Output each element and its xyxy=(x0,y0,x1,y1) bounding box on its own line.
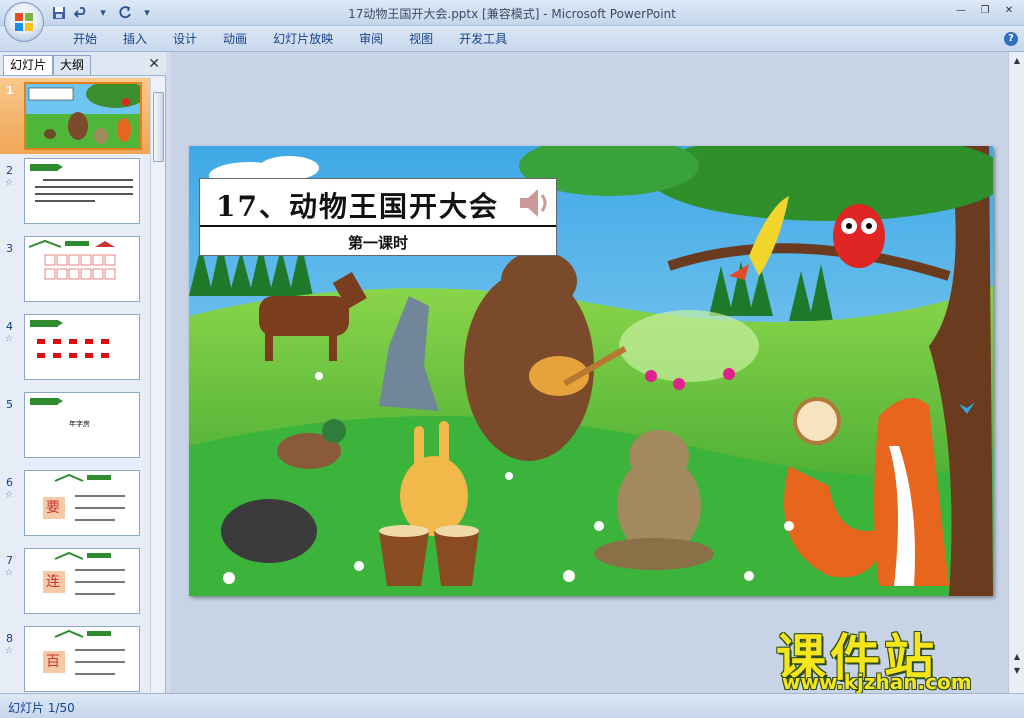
thumbnail-preview: 连 xyxy=(24,548,140,614)
slide-thumbnail-4[interactable]: 4 ☆ xyxy=(0,314,150,390)
title-bar: ▾ ▾ 17动物王国开大会.pptx [兼容模式] - Microsoft Po… xyxy=(0,0,1024,26)
tab-animations[interactable]: 动画 xyxy=(210,31,260,49)
slide-counter: 幻灯片 1/50 xyxy=(8,701,75,715)
help-icon[interactable]: ? xyxy=(1004,32,1018,46)
ribbon-tabs: 开始 插入 设计 动画 幻灯片放映 审阅 视图 开发工具 xyxy=(60,31,520,49)
animation-star-icon: ☆ xyxy=(5,490,14,500)
tab-outline[interactable]: 大纲 xyxy=(53,55,92,75)
thumbnail-number: 3 xyxy=(6,242,13,255)
window-title: 17动物王国开大会.pptx [兼容模式] - Microsoft PowerP… xyxy=(348,7,676,21)
thumbnail-number: 4 xyxy=(6,320,13,333)
next-slide-icon[interactable]: ▼ xyxy=(1011,666,1023,678)
tab-design[interactable]: 设计 xyxy=(160,31,210,49)
slide-title: 17、动物王国开大会 xyxy=(216,190,499,223)
thumbnail-char: 连 xyxy=(46,574,60,590)
prev-slide-icon[interactable]: ▲ xyxy=(1011,652,1023,664)
maximize-button[interactable]: ❐ xyxy=(974,2,996,18)
thumbnail-char: 要 xyxy=(46,500,60,516)
slide-thumbnail-7[interactable]: 7 ☆ 连 xyxy=(0,548,150,624)
thumbnail-number: 8 xyxy=(6,632,13,645)
scrollbar-thumb[interactable] xyxy=(153,92,164,162)
thumbnail-number: 2 xyxy=(6,164,13,177)
tab-view[interactable]: 视图 xyxy=(396,31,446,49)
slide-title-box[interactable]: 17、动物王国开大会 第一课时 xyxy=(199,178,557,256)
thumbnail-number: 5 xyxy=(6,398,13,411)
speaker-icon[interactable] xyxy=(514,183,554,223)
minimize-button[interactable]: — xyxy=(950,2,972,18)
thumbnail-preview xyxy=(24,236,140,302)
office-logo-icon xyxy=(15,13,33,31)
thumbnail-char: 百 xyxy=(46,654,60,670)
slide-subtitle: 第一课时 xyxy=(347,234,408,252)
tab-slide-show[interactable]: 幻灯片放映 xyxy=(260,31,346,49)
thumbnail-preview xyxy=(24,158,140,224)
slide-thumbnail-8[interactable]: 8 ☆ 百 xyxy=(0,626,150,693)
thumbnail-preview: 要 xyxy=(24,470,140,536)
slide-editor: 17、动物王国开大会 第一课时 xyxy=(170,52,1008,693)
thumbnail-preview: 百 xyxy=(24,626,140,692)
editor-scrollbar[interactable]: ▲ ▲ ▼ xyxy=(1008,52,1024,693)
window-controls: — ❐ ✕ xyxy=(950,2,1020,18)
animation-star-icon: ☆ xyxy=(5,334,14,344)
watermark: 课件站 www.kjzhan.com xyxy=(770,618,1010,694)
thumbnail-scrollbar[interactable] xyxy=(150,78,165,693)
thumbnail-preview xyxy=(24,314,140,380)
slide-thumbnail-2[interactable]: 2 ☆ xyxy=(0,158,150,234)
slide-thumbnail-6[interactable]: 6 ☆ 要 xyxy=(0,470,150,546)
tab-review[interactable]: 审阅 xyxy=(346,31,396,49)
thumbnail-number: 7 xyxy=(6,554,13,567)
thumbnail-preview xyxy=(24,82,142,150)
animation-star-icon: ☆ xyxy=(5,568,14,578)
panel-tabs: 幻灯片 大纲 ✕ xyxy=(0,52,166,76)
tab-slides[interactable]: 幻灯片 xyxy=(3,55,54,75)
thumbnail-list: 1 2 ☆ 3 4 ☆ 5 年字房 6 ☆ 要 7 ☆ 连 8 ☆ 百 xyxy=(0,78,150,693)
ribbon: 开始 插入 设计 动画 幻灯片放映 审阅 视图 开发工具 ? xyxy=(0,26,1024,52)
animation-star-icon: ☆ xyxy=(5,646,14,656)
tab-insert[interactable]: 插入 xyxy=(110,31,160,49)
slides-panel: 幻灯片 大纲 ✕ 1 2 ☆ 3 4 ☆ 5 年字房 6 ☆ 要 7 ☆ 连 8… xyxy=(0,52,166,693)
slide-thumbnail-5[interactable]: 5 年字房 xyxy=(0,392,150,468)
thumbnail-preview: 年字房 xyxy=(24,392,140,458)
slide-thumbnail-1[interactable]: 1 xyxy=(0,78,150,154)
status-bar: 幻灯片 1/50 xyxy=(0,693,1024,718)
slide-canvas[interactable]: 17、动物王国开大会 第一课时 xyxy=(189,146,993,596)
title-divider xyxy=(200,225,556,227)
animation-star-icon: ☆ xyxy=(5,178,14,188)
close-panel-icon[interactable]: ✕ xyxy=(148,56,160,72)
close-button[interactable]: ✕ xyxy=(998,2,1020,18)
office-button[interactable] xyxy=(4,2,44,42)
thumbnail-number: 6 xyxy=(6,476,13,489)
slide-thumbnail-3[interactable]: 3 xyxy=(0,236,150,312)
tab-developer[interactable]: 开发工具 xyxy=(446,31,520,49)
watermark-url: www.kjzhan.com xyxy=(782,670,972,694)
thumbnail-text: 年字房 xyxy=(69,420,90,428)
scroll-up-icon[interactable]: ▲ xyxy=(1011,56,1023,68)
tab-home[interactable]: 开始 xyxy=(60,31,110,49)
thumbnail-number: 1 xyxy=(6,84,14,97)
